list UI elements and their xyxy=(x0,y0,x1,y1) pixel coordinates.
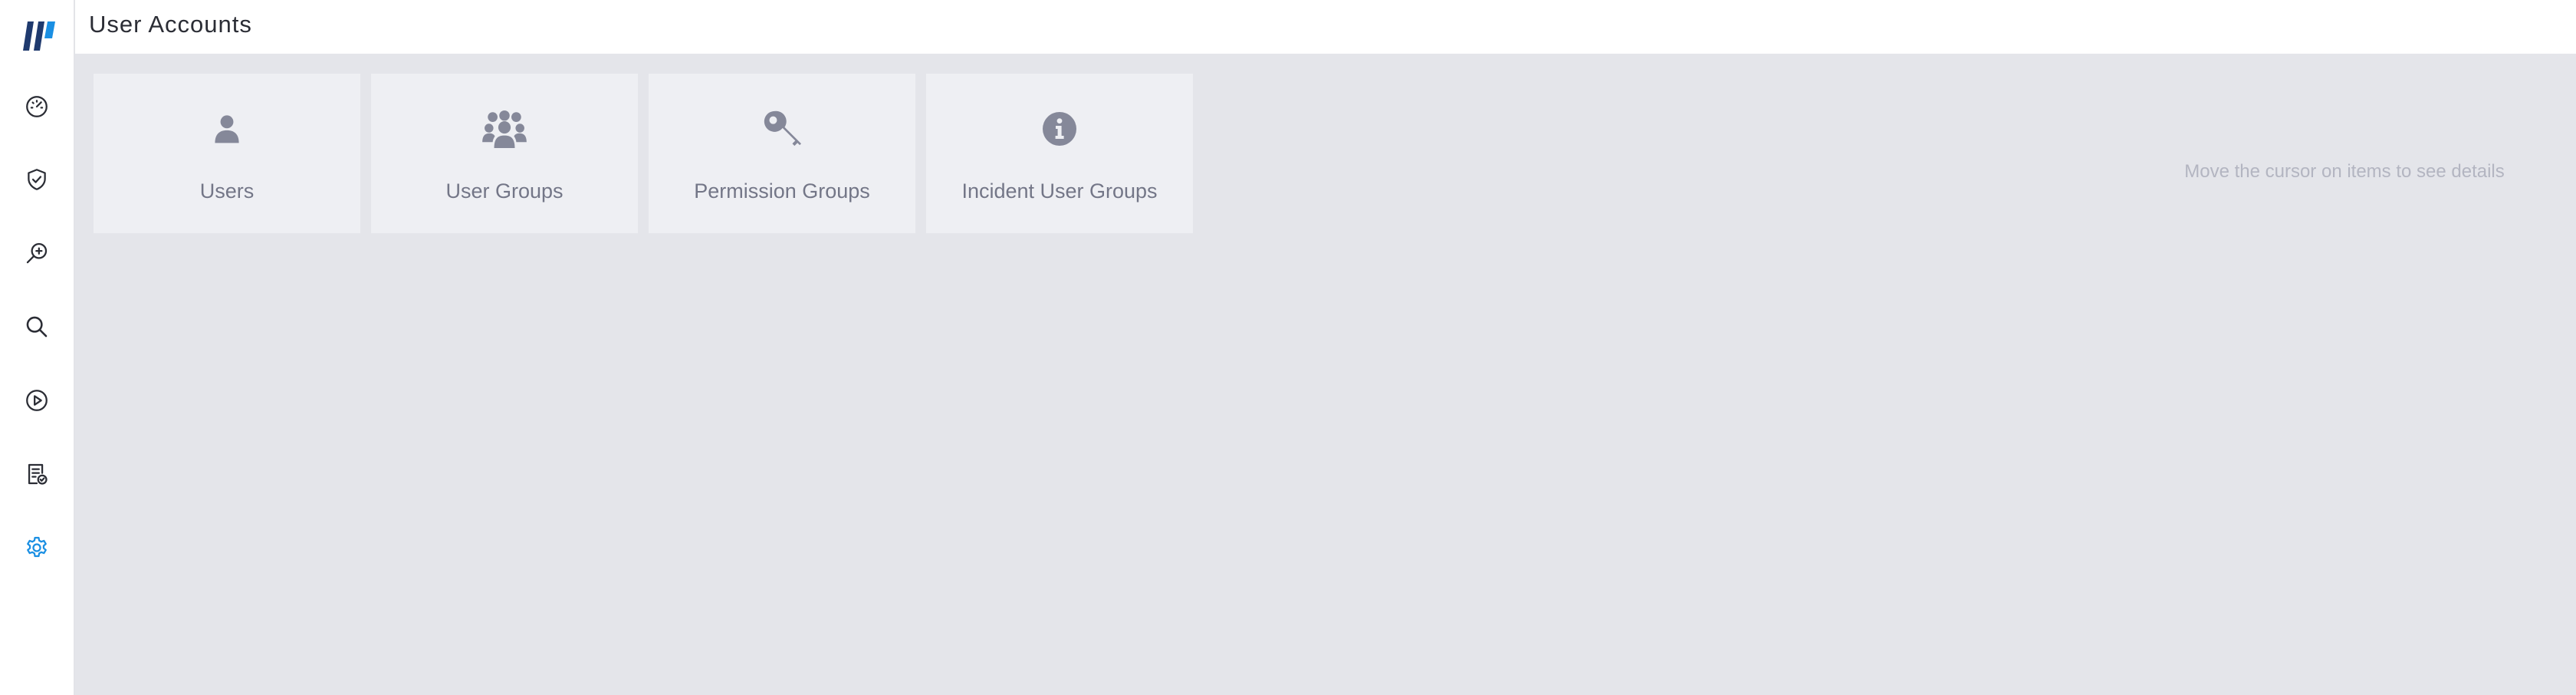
card-label: User Groups xyxy=(445,180,564,203)
report-icon xyxy=(28,463,48,485)
key-icon xyxy=(760,109,804,149)
sidebar-item-playbooks[interactable] xyxy=(15,378,59,423)
brand-logo[interactable] xyxy=(21,18,58,54)
settings-gear-icon xyxy=(27,536,47,558)
main-content: Users User Groups Permission Groups Inci… xyxy=(75,54,2576,695)
page-header: User Accounts xyxy=(75,0,2576,54)
page-title: User Accounts xyxy=(89,11,252,38)
card-incident-user-groups[interactable]: Incident User Groups xyxy=(926,74,1193,233)
investigate-search-icon xyxy=(26,242,48,264)
card-users[interactable]: Users xyxy=(94,74,360,233)
search-icon xyxy=(26,316,48,338)
sidebar-item-settings[interactable] xyxy=(15,525,59,570)
card-label: Users xyxy=(199,180,255,203)
card-user-groups[interactable]: User Groups xyxy=(371,74,638,233)
sidebar-item-security[interactable] xyxy=(15,157,59,202)
card-label: Permission Groups xyxy=(694,180,870,203)
dashboard-gauge-icon xyxy=(26,96,48,117)
sidebar-item-reports[interactable] xyxy=(15,452,59,496)
users-group-icon xyxy=(482,109,527,149)
info-circle-icon xyxy=(1037,109,1082,149)
sidebar-item-investigate[interactable] xyxy=(15,231,59,275)
logo-icon xyxy=(23,21,55,51)
sidebar xyxy=(0,0,75,695)
user-icon xyxy=(205,109,249,149)
play-circle-icon xyxy=(26,390,48,411)
sidebar-item-dashboard[interactable] xyxy=(15,84,59,129)
card-permission-groups[interactable]: Permission Groups xyxy=(649,74,915,233)
shield-check-icon xyxy=(28,169,46,190)
details-hint: Move the cursor on items to see details xyxy=(2184,161,2505,182)
sidebar-item-search[interactable] xyxy=(15,305,59,349)
card-label: Incident User Groups xyxy=(961,180,1158,203)
app-window: User Accounts Users User Groups Permissi… xyxy=(0,0,2576,695)
